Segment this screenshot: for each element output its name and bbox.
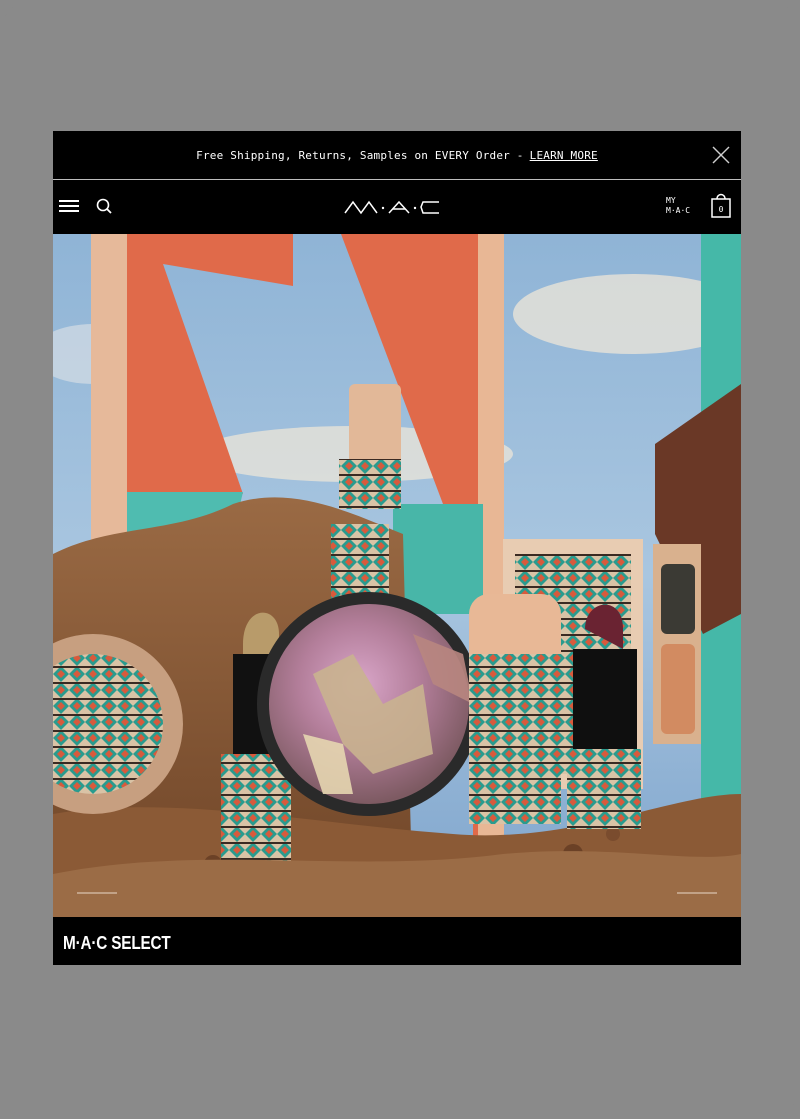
device-frame: Free Shipping, Returns, Samples on EVERY… <box>0 0 800 1119</box>
account-label-line1: MY <box>666 196 676 205</box>
bag-count: 0 <box>719 205 724 214</box>
search-icon[interactable] <box>95 197 115 217</box>
collection-caption[interactable]: M·A·C SELECT <box>53 921 741 965</box>
hamburger-icon[interactable] <box>59 197 81 215</box>
account-label-line2: M·A·C <box>666 206 691 215</box>
promo-text: Free Shipping, Returns, Samples on EVERY… <box>196 148 524 162</box>
close-icon[interactable] <box>711 145 731 165</box>
arrow-left-icon[interactable] <box>77 889 117 897</box>
mac-logo[interactable] <box>343 199 443 215</box>
hero-illustration <box>53 234 741 917</box>
shopping-bag-icon[interactable]: 0 <box>710 191 732 219</box>
my-mac-account-link[interactable]: MY M·A·C <box>666 196 696 216</box>
learn-more-link[interactable]: LEARN MORE <box>530 149 598 162</box>
main-navigation: MY M·A·C 0 <box>53 180 741 234</box>
hero-image[interactable] <box>53 234 741 917</box>
promo-banner: Free Shipping, Returns, Samples on EVERY… <box>53 131 741 179</box>
browser-viewport: Free Shipping, Returns, Samples on EVERY… <box>53 131 741 965</box>
collection-title: M·A·C SELECT <box>63 932 171 953</box>
arrow-right-icon[interactable] <box>677 889 717 897</box>
